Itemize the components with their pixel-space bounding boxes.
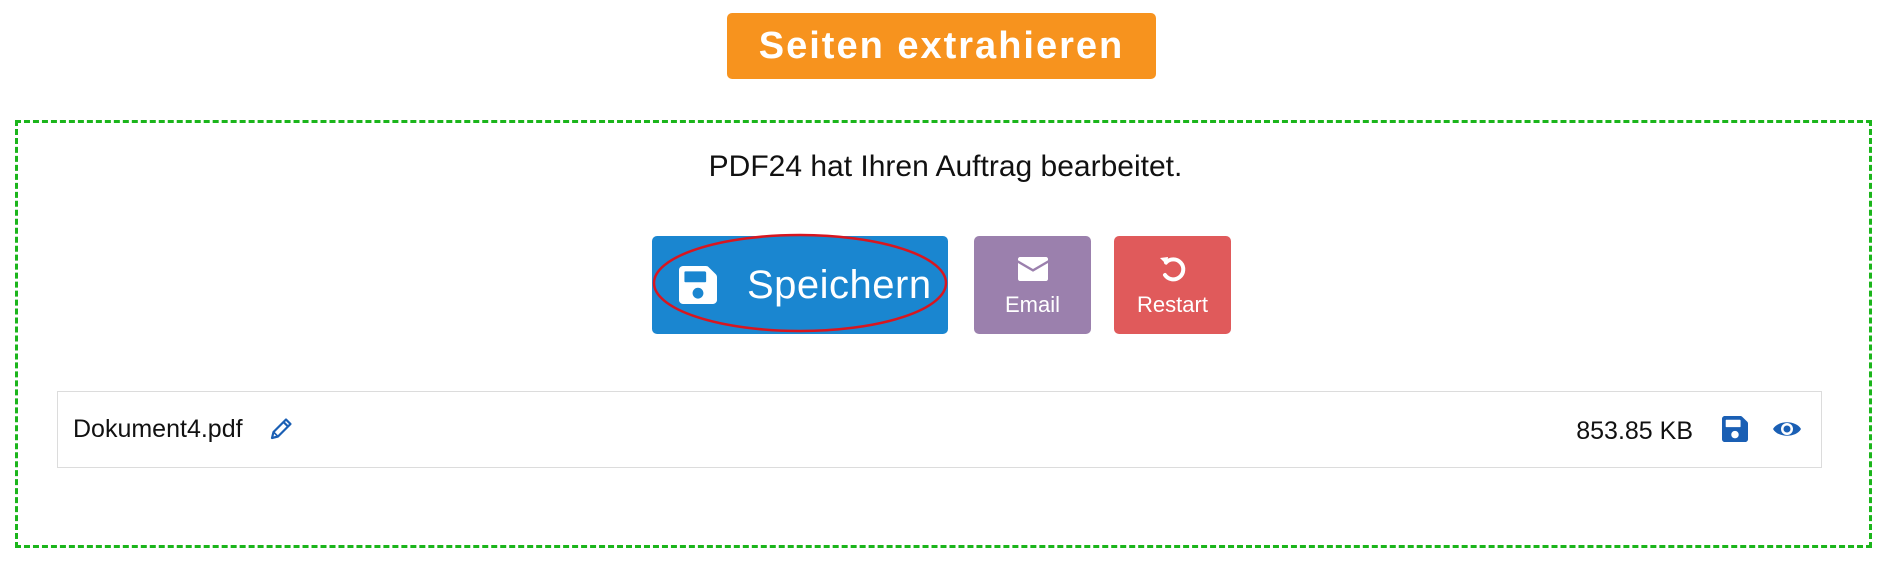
floppy-disk-icon xyxy=(679,266,717,304)
restart-button[interactable]: Restart xyxy=(1114,236,1231,334)
envelope-icon xyxy=(1017,252,1048,286)
save-button-label: Speichern xyxy=(747,262,932,307)
file-size: 853.85 KB xyxy=(1576,417,1693,445)
file-row: Dokument4.pdf 853.85 KB xyxy=(57,391,1822,468)
save-button[interactable]: Speichern xyxy=(652,236,948,334)
email-button[interactable]: Email xyxy=(974,236,1091,334)
file-name: Dokument4.pdf xyxy=(73,415,243,443)
tool-title-label: Seiten extrahieren xyxy=(758,24,1125,67)
pencil-icon[interactable] xyxy=(268,416,294,442)
tool-title-button[interactable]: Seiten extrahieren xyxy=(727,13,1156,79)
floppy-disk-icon[interactable] xyxy=(1722,416,1748,442)
restart-button-label: Restart xyxy=(1137,292,1208,317)
eye-icon[interactable] xyxy=(1772,418,1802,440)
email-button-label: Email xyxy=(1004,292,1060,317)
status-message: PDF24 hat Ihren Auftrag bearbeitet. xyxy=(708,150,1183,183)
result-panel xyxy=(15,120,1872,548)
page: Seiten extrahieren PDF24 hat Ihren Auftr… xyxy=(0,0,1891,573)
undo-arrow-icon xyxy=(1157,252,1189,286)
